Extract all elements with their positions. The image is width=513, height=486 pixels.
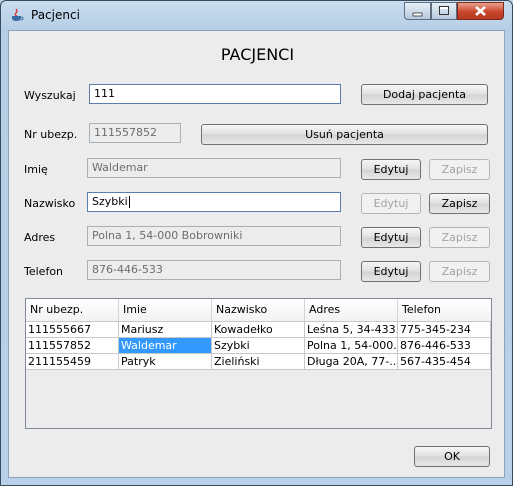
table-row[interactable]: 111555667 Mariusz Kowadełko Leśna 5, 34-… bbox=[26, 322, 491, 338]
phone-field[interactable]: 876-446-533 bbox=[87, 260, 341, 280]
edit-last-name-button[interactable]: Edytuj bbox=[361, 193, 421, 214]
title-bar[interactable]: Pacjenci bbox=[1, 1, 512, 29]
address-label: Adres bbox=[24, 231, 56, 244]
first-name-label: Imię bbox=[24, 163, 48, 176]
column-header-insurance[interactable]: Nr ubezp. bbox=[26, 299, 119, 321]
table-cell-selected[interactable]: Waldemar bbox=[119, 338, 212, 353]
table-cell[interactable]: 111555667 bbox=[26, 322, 119, 337]
table-cell[interactable]: Zieliński bbox=[212, 354, 305, 369]
dialog-content: PACJENCI Wyszukaj 111 Dodaj pacjenta Nr … bbox=[8, 30, 505, 478]
add-patient-button[interactable]: Dodaj pacjenta bbox=[361, 84, 488, 105]
table-cell[interactable]: 211155459 bbox=[26, 354, 119, 369]
text-caret bbox=[128, 196, 130, 208]
close-button[interactable] bbox=[457, 2, 504, 20]
ok-button[interactable]: OK bbox=[414, 446, 490, 467]
last-name-field[interactable]: Szybki bbox=[87, 192, 341, 212]
table-cell[interactable]: Leśna 5, 34-433... bbox=[305, 322, 398, 337]
table-cell[interactable]: 775-345-234 bbox=[398, 322, 491, 337]
patients-table: Nr ubezp. Imie Nazwisko Adres Telefon 11… bbox=[25, 298, 492, 429]
table-cell[interactable]: Polna 1, 54-000... bbox=[305, 338, 398, 353]
insurance-number-field[interactable]: 111557852 bbox=[89, 123, 181, 143]
column-header-address[interactable]: Adres bbox=[305, 299, 398, 321]
app-window: Pacjenci PACJENCI Wyszukaj 111 Dodaj pac… bbox=[0, 0, 513, 486]
table-cell[interactable]: Długa 20A, 77-... bbox=[305, 354, 398, 369]
column-header-phone[interactable]: Telefon bbox=[398, 299, 491, 321]
table-cell[interactable]: 876-446-533 bbox=[398, 338, 491, 353]
table-header: Nr ubezp. Imie Nazwisko Adres Telefon bbox=[26, 299, 491, 322]
window-title: Pacjenci bbox=[31, 8, 80, 22]
save-phone-button[interactable]: Zapisz bbox=[429, 261, 490, 282]
save-last-name-button[interactable]: Zapisz bbox=[429, 193, 490, 214]
search-label: Wyszukaj bbox=[24, 89, 76, 102]
maximize-icon bbox=[439, 6, 449, 15]
table-cell[interactable]: Mariusz bbox=[119, 322, 212, 337]
edit-first-name-button[interactable]: Edytuj bbox=[361, 159, 421, 180]
phone-label: Telefon bbox=[24, 265, 64, 278]
table-row[interactable]: 111557852 Waldemar Szybki Polna 1, 54-00… bbox=[26, 338, 491, 354]
close-icon bbox=[475, 6, 486, 16]
minimize-icon bbox=[412, 12, 423, 17]
java-cup-icon bbox=[12, 8, 24, 21]
insurance-label: Nr ubezp. bbox=[24, 128, 78, 141]
remove-patient-button[interactable]: Usuń pacjenta bbox=[201, 124, 488, 145]
table-cell[interactable]: 567-435-454 bbox=[398, 354, 491, 369]
page-title: PACJENCI bbox=[220, 45, 295, 64]
table-cell[interactable]: Szybki bbox=[212, 338, 305, 353]
save-address-button[interactable]: Zapisz bbox=[429, 227, 490, 248]
column-header-first-name[interactable]: Imie bbox=[119, 299, 212, 321]
column-header-last-name[interactable]: Nazwisko bbox=[212, 299, 305, 321]
table-cell[interactable]: Patryk bbox=[119, 354, 212, 369]
table-body: 111555667 Mariusz Kowadełko Leśna 5, 34-… bbox=[26, 322, 491, 370]
minimize-button[interactable] bbox=[404, 2, 431, 20]
edit-address-button[interactable]: Edytuj bbox=[361, 227, 421, 248]
table-row[interactable]: 211155459 Patryk Zieliński Długa 20A, 77… bbox=[26, 354, 491, 370]
last-name-label: Nazwisko bbox=[24, 197, 76, 210]
table-cell[interactable]: 111557852 bbox=[26, 338, 119, 353]
edit-phone-button[interactable]: Edytuj bbox=[361, 261, 421, 282]
search-input[interactable]: 111 bbox=[89, 84, 341, 104]
table-cell[interactable]: Kowadełko bbox=[212, 322, 305, 337]
maximize-button[interactable] bbox=[431, 2, 457, 20]
address-field[interactable]: Polna 1, 54-000 Bobrowniki bbox=[87, 226, 341, 246]
first-name-field[interactable]: Waldemar bbox=[87, 158, 341, 178]
save-first-name-button[interactable]: Zapisz bbox=[429, 159, 490, 180]
